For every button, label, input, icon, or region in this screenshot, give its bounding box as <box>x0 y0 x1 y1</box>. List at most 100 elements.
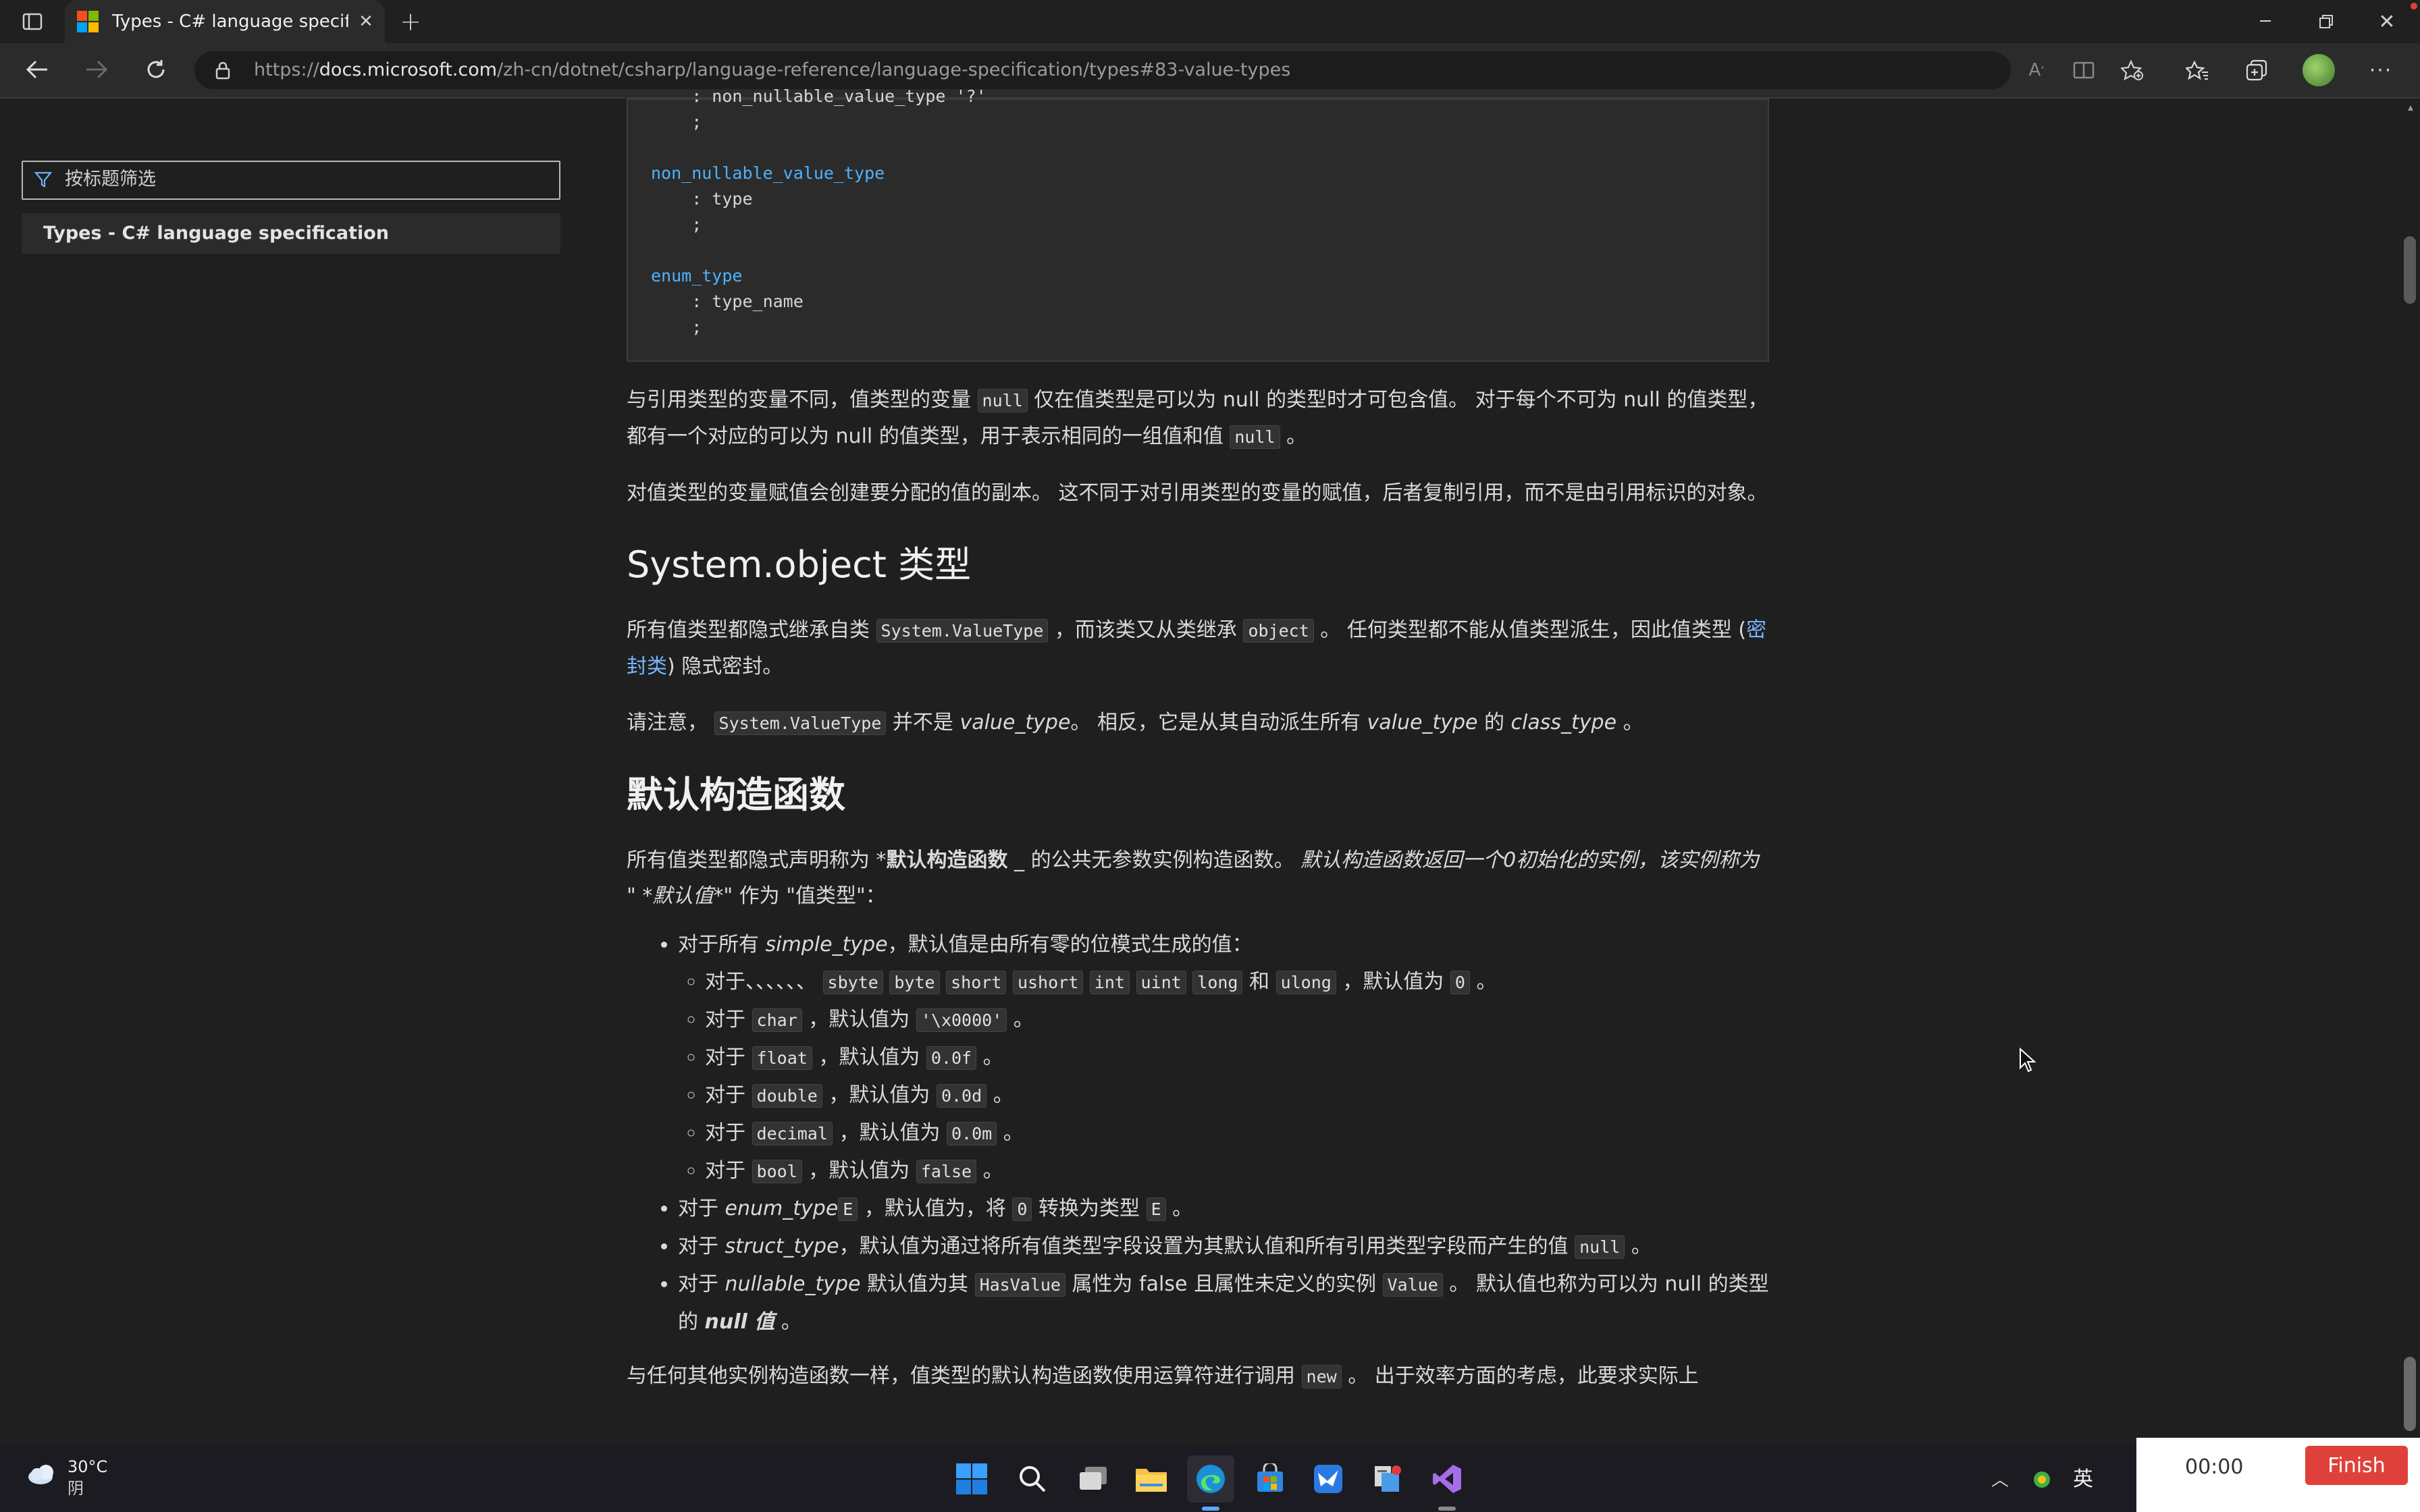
inline-code: ulong <box>1275 971 1336 994</box>
search-icon[interactable] <box>1009 1455 1056 1503</box>
mouse-cursor-icon <box>2019 1047 2039 1075</box>
tray-chevron-up-icon[interactable]: ︿ <box>1988 1466 2012 1490</box>
inline-code: HasValue <box>974 1273 1066 1297</box>
filter-placeholder: 按标题筛选 <box>65 169 156 190</box>
finish-button[interactable]: Finish <box>2305 1446 2408 1485</box>
inline-code: E <box>1146 1197 1166 1221</box>
inline-code: uint <box>1136 971 1186 994</box>
running-app-indicator <box>1438 1507 1456 1511</box>
paragraph: 所有值类型都隐式继承自类 System.ValueType ，而该类又从类继承 … <box>627 618 1767 678</box>
refresh-icon[interactable] <box>139 54 173 85</box>
inline-code: 0.0m <box>946 1122 997 1145</box>
app-bird-icon[interactable] <box>1305 1455 1352 1503</box>
paragraph: 与引用类型的变量不同，值类型的变量 null 仅在值类型是可以为 null 的类… <box>627 388 1768 449</box>
list-item: 对于 nullable_type 默认值为其 HasValue 属性为 fals… <box>678 1266 1774 1341</box>
article-body: 与引用类型的变量不同，值类型的变量 null 仅在值类型是可以为 null 的类… <box>627 382 1774 1415</box>
inline-code: 0.0f <box>926 1046 977 1070</box>
inline-code: Value <box>1382 1273 1443 1297</box>
code-line: ; <box>651 317 702 337</box>
inline-code: 0 <box>1012 1197 1032 1221</box>
code-line: : type <box>651 189 753 209</box>
forward-icon[interactable] <box>80 54 113 85</box>
list-item: 对于、、、、、、 sbyte byte short ushort int uin… <box>705 963 1774 1001</box>
heading-system-object: System.object 类型 <box>627 543 972 586</box>
code-block: : non_nullable_value_type '?' ; non_null… <box>627 86 1769 362</box>
more-menu-icon[interactable]: ··· <box>2366 57 2396 84</box>
toc-item-label: Types - C# language specification <box>43 223 390 244</box>
collections-icon[interactable] <box>2242 57 2271 84</box>
list-item: 对于 bool ，默认值为 false 。 <box>705 1152 1774 1190</box>
file-explorer-icon[interactable] <box>1128 1455 1175 1503</box>
inline-code: bool <box>752 1160 802 1183</box>
url-text[interactable]: https://docs.microsoft.com/zh-cn/dotnet/… <box>254 57 1290 84</box>
inline-code: ushort <box>1012 971 1084 994</box>
read-aloud-icon[interactable]: Aʼ <box>2022 57 2051 84</box>
visual-studio-icon[interactable] <box>1423 1455 1471 1503</box>
timer-display: 00:00 <box>2185 1455 2244 1479</box>
inline-code: System.ValueType <box>714 711 887 735</box>
microsoft-store-icon[interactable] <box>1246 1455 1294 1503</box>
inline-code: object <box>1243 619 1314 643</box>
notification-dot <box>2411 3 2417 9</box>
inline-code: new <box>1301 1365 1342 1388</box>
active-app-indicator <box>1202 1507 1219 1511</box>
inline-code: null <box>977 389 1028 412</box>
weather-temperature[interactable]: 30°C <box>68 1457 107 1477</box>
paragraph: 与任何其他实例构造函数一样，值类型的默认构造函数使用运算符进行调用 new 。 … <box>627 1364 1699 1388</box>
paragraph: 所有值类型都隐式声明称为 *默认构造函数 _ 的公共无参数实例构造函数。 默认构… <box>627 848 1760 908</box>
profile-avatar[interactable] <box>2303 54 2335 86</box>
scrollbar-thumb[interactable] <box>2404 236 2416 304</box>
paragraph: 对值类型的变量赋值会创建要分配的值的副本。 这不同于对引用类型的变量的赋值，后者… <box>627 481 1768 505</box>
paragraph: 请注意， System.ValueType 并不是 value_type。 相反… <box>627 711 1643 735</box>
new-tab-icon[interactable]: + <box>396 7 425 36</box>
inline-code: char <box>752 1008 802 1032</box>
start-windows-icon[interactable] <box>948 1455 995 1503</box>
task-view-icon[interactable] <box>1070 1455 1117 1503</box>
code-line: ; <box>651 112 702 132</box>
inline-code: 0 <box>1450 971 1470 994</box>
back-icon[interactable] <box>20 54 54 85</box>
inline-code: null <box>1230 425 1280 449</box>
minimize-icon[interactable]: ─ <box>2248 9 2282 34</box>
weather-description[interactable]: 阴 <box>68 1478 84 1498</box>
code-line: : non_nullable_value_type '?' <box>651 86 987 106</box>
sub-list: 对于、、、、、、 sbyte byte short ushort int uin… <box>678 963 1774 1190</box>
list-item: 对于 struct_type，默认值为通过将所有值类型字段设置为其默认值和所有引… <box>678 1228 1774 1266</box>
inline-code: false <box>916 1160 977 1183</box>
inline-code: short <box>946 971 1007 994</box>
close-window-icon[interactable]: ✕ <box>2370 8 2404 35</box>
restore-icon[interactable] <box>2309 9 2343 34</box>
tab-actions-icon[interactable] <box>18 9 47 34</box>
list-item: 对于 decimal ，默认值为 0.0m 。 <box>705 1114 1774 1152</box>
inline-code: decimal <box>752 1122 833 1145</box>
code-line: ; <box>651 215 702 234</box>
default-values-list: 对于所有 simple_type，默认值是由所有零的位模式生成的值： 对于、、、… <box>627 926 1774 1341</box>
inline-code: float <box>752 1046 812 1070</box>
weather-cloud-icon[interactable] <box>26 1462 59 1489</box>
lock-icon[interactable] <box>211 58 235 82</box>
close-tab-icon[interactable]: ✕ <box>352 9 379 34</box>
inline-code: 0.0d <box>936 1084 987 1108</box>
add-favorite-icon[interactable] <box>2118 57 2147 84</box>
inline-code: byte <box>889 971 940 994</box>
favorites-icon[interactable] <box>2182 57 2212 84</box>
edge-browser-icon[interactable] <box>1187 1455 1234 1503</box>
list-item: 对于 double ，默认值为 0.0d 。 <box>705 1077 1774 1114</box>
list-item: 对于所有 simple_type，默认值是由所有零的位模式生成的值： 对于、、、… <box>678 926 1774 1190</box>
toc-scrollbar-thumb[interactable] <box>2404 1357 2416 1431</box>
heading-default-constructor: 默认构造函数 <box>627 774 845 816</box>
app-tools-icon[interactable] <box>1364 1455 1411 1503</box>
inline-code: sbyte <box>822 971 883 994</box>
inline-code: null <box>1575 1235 1625 1259</box>
tray-app-icon[interactable] <box>2030 1467 2054 1492</box>
inline-code: '\x0000' <box>916 1008 1007 1032</box>
code-rule-name: enum_type <box>651 266 743 286</box>
inline-code: E <box>838 1197 858 1221</box>
microsoft-logo-icon <box>77 11 99 32</box>
ime-indicator[interactable]: 英 <box>2073 1465 2093 1494</box>
list-item: 对于 enum_typeE ，默认值为，将 0 转换为类型 E 。 <box>678 1190 1774 1228</box>
inline-code: System.ValueType <box>876 619 1049 643</box>
immersive-reader-icon[interactable] <box>2069 57 2099 84</box>
scroll-up-icon[interactable]: ▴ <box>2404 100 2417 113</box>
